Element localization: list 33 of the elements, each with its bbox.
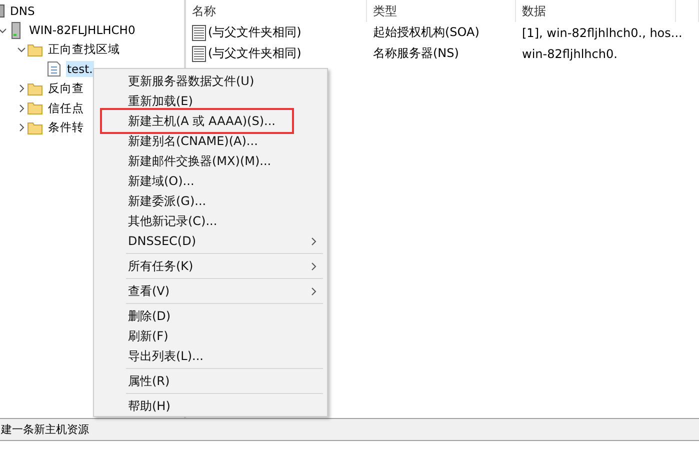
tree-item[interactable]: 反向查 xyxy=(47,80,85,98)
menu-item[interactable]: 新建域(O)... xyxy=(94,171,327,191)
tree-item[interactable]: WIN-82FLJHLHCH0 xyxy=(28,22,136,38)
tree-item[interactable]: DNS xyxy=(9,2,36,19)
tree-item[interactable]: 正向查找区域 xyxy=(47,41,121,58)
table-cell-text: 起始授权机构(SOA) xyxy=(372,24,480,41)
column-header[interactable]: 名称 xyxy=(186,0,367,22)
column-header[interactable]: 数据 xyxy=(516,0,676,22)
table-cell: (与父文件夹相同) xyxy=(186,45,367,62)
menu-item[interactable]: 刷新(F) xyxy=(94,326,327,346)
menu-item[interactable]: 帮助(H) xyxy=(94,396,327,416)
tree-item[interactable]: test. xyxy=(66,61,94,78)
tree-item[interactable]: 信任点 xyxy=(47,100,85,117)
menu-item[interactable]: 新建别名(CNAME)(A)... xyxy=(94,131,327,151)
column-header[interactable]: 类型 xyxy=(367,0,516,22)
status-text: 建一条新主机资源 xyxy=(0,422,89,437)
menu-item[interactable]: 其他新记录(C)... xyxy=(94,211,327,231)
menu-item[interactable]: 查看(V) xyxy=(94,281,327,301)
table-cell: (与父文件夹相同) xyxy=(186,24,367,41)
menu-item[interactable]: 新建邮件交换器(MX)(M)... xyxy=(94,151,327,171)
tree-item[interactable]: 条件转 xyxy=(47,119,85,136)
menu-item[interactable]: 新建委派(G)... xyxy=(94,191,327,211)
menu-item[interactable]: 所有任务(K) xyxy=(94,256,327,276)
table-cell-text: [1], win-82fljhlhch0., hos... xyxy=(521,26,684,40)
table-cell-text: 名称服务器(NS) xyxy=(372,45,460,62)
menu-item[interactable]: DNSSEC(D) xyxy=(94,231,327,251)
table-cell-text: win-82fljhlhch0. xyxy=(521,46,618,60)
menu-item[interactable]: 更新服务器数据文件(U) xyxy=(94,71,327,91)
menu-item[interactable]: 属性(R) xyxy=(94,371,327,391)
menu-item[interactable]: 删除(D) xyxy=(94,306,327,326)
menu-item[interactable]: 导出列表(L)... xyxy=(94,346,327,366)
menu-item[interactable]: 新建主机(A 或 AAAA)(S)... xyxy=(94,111,327,131)
menu-item[interactable]: 重新加载(E) xyxy=(94,91,327,111)
